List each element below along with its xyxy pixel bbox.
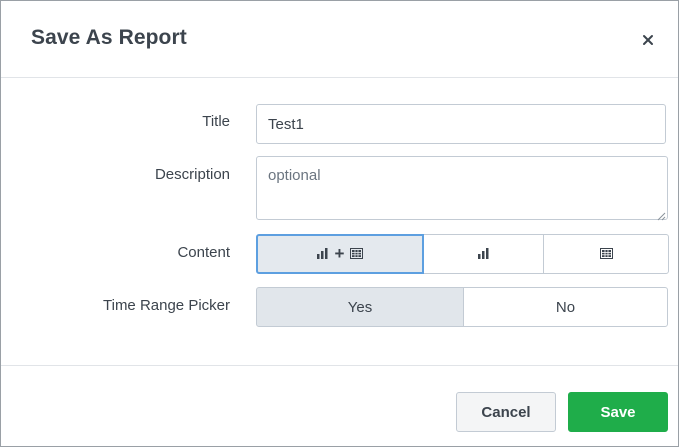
content-selector: +	[256, 234, 669, 274]
description-label: Description	[154, 166, 230, 183]
content-option-table-only[interactable]	[543, 234, 669, 274]
cancel-button[interactable]: Cancel	[456, 392, 556, 432]
table-icon	[599, 246, 613, 263]
table-icon	[350, 246, 364, 263]
title-input[interactable]	[256, 104, 666, 144]
description-textarea[interactable]	[256, 156, 668, 220]
content-option-chart-only[interactable]	[423, 234, 544, 274]
save-as-report-dialog: Save As Report Title Description Content	[0, 0, 679, 447]
time-range-picker-toggle: Yes No	[256, 287, 668, 327]
title-label: Title	[202, 113, 230, 130]
dialog-footer: Cancel Save	[1, 365, 678, 447]
time-range-picker-label: Time Range Picker	[103, 297, 230, 314]
bar-chart-icon	[316, 246, 329, 263]
time-range-no-option[interactable]: No	[463, 287, 668, 327]
dialog-header: Save As Report	[1, 1, 678, 78]
resize-grip-icon[interactable]	[656, 208, 666, 221]
time-range-yes-option[interactable]: Yes	[256, 287, 464, 327]
dialog-title: Save As Report	[31, 26, 187, 49]
save-button[interactable]: Save	[568, 392, 668, 432]
plus-sign: +	[334, 244, 345, 263]
close-icon[interactable]	[637, 29, 659, 51]
content-option-chart-plus-table[interactable]: +	[256, 234, 424, 274]
content-label: Content	[177, 244, 230, 261]
bar-chart-icon	[477, 246, 490, 263]
